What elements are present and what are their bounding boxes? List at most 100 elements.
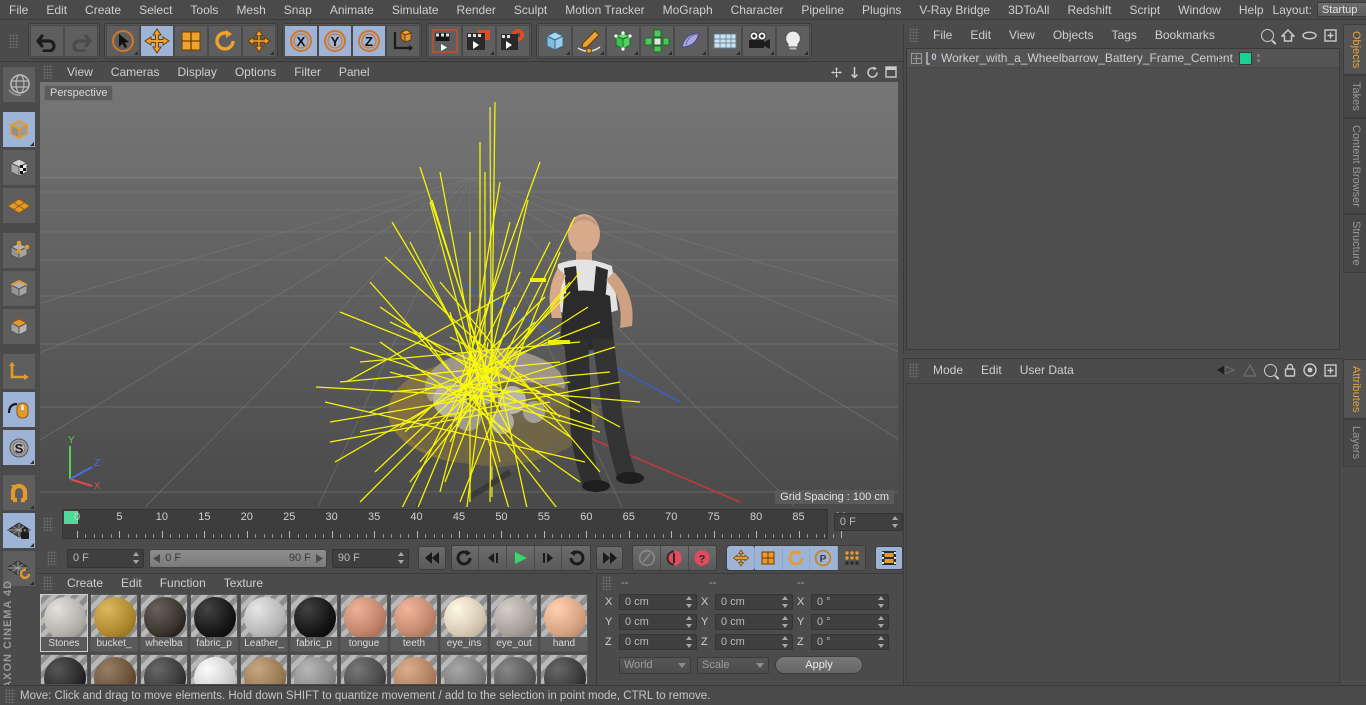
material-menu-function[interactable]: Function <box>151 577 215 589</box>
main-menu-items[interactable]: File Edit Create Select Tools Mesh Snap Animate… <box>0 0 1273 19</box>
move-dup-icon[interactable] <box>242 24 276 57</box>
attribute-content-area[interactable] <box>906 383 1340 683</box>
menu-item-create[interactable]: Create <box>76 4 130 16</box>
spinner-icon[interactable] <box>398 552 405 564</box>
menu-item-v-ray-bridge[interactable]: V-Ray Bridge <box>910 4 999 16</box>
object-tree[interactable]: 0 Worker_with_a_Wheelbarrow_Battery_Fram… <box>906 48 1340 350</box>
go-to-start-icon[interactable] <box>418 546 446 570</box>
coordinate-rotation-y-field[interactable]: 0 ° <box>811 614 889 630</box>
render-view-icon[interactable] <box>428 24 462 57</box>
floor-environment-icon[interactable] <box>708 24 742 57</box>
dock-tab-structure[interactable]: Structure <box>1343 213 1366 273</box>
rotate-view-icon[interactable] <box>866 66 879 79</box>
object-menu-file[interactable]: File <box>924 29 961 41</box>
material-swatch[interactable] <box>90 654 138 684</box>
attribute-menu-mode[interactable]: Mode <box>924 364 972 376</box>
coordinate-rotation-x-field[interactable]: 0 ° <box>811 594 889 610</box>
material-swatch[interactable]: tongue <box>340 594 388 652</box>
menu-item-window[interactable]: Window <box>1169 4 1230 16</box>
object-tag-swatch[interactable] <box>1238 51 1252 65</box>
coordinate-position-x-field[interactable]: 0 cm <box>619 594 697 610</box>
material-swatch[interactable]: teeth <box>390 594 438 652</box>
workplane-lock-icon[interactable] <box>2 512 36 549</box>
material-grid[interactable]: Stones bucket_ wheelba fabric_p Leather_ fabr… <box>40 594 592 684</box>
step-forward-icon[interactable] <box>534 546 563 570</box>
object-menu-edit[interactable]: Edit <box>961 29 1000 41</box>
material-swatch[interactable] <box>490 654 538 684</box>
zoom-view-icon[interactable] <box>849 66 860 79</box>
axis-modify-icon[interactable] <box>2 353 36 390</box>
edges-mode-icon[interactable] <box>2 270 36 307</box>
redo-icon[interactable] <box>64 24 98 57</box>
next-key-icon[interactable] <box>562 546 590 570</box>
points-mode-icon[interactable] <box>2 232 36 269</box>
autokeying-icon[interactable]: ? <box>688 546 717 570</box>
object-menu-view[interactable]: View <box>1000 29 1044 41</box>
viewport-menu-display[interactable]: Display <box>168 66 225 78</box>
attribute-grip[interactable] <box>909 363 919 377</box>
viewport-grip[interactable] <box>43 65 53 79</box>
camera-icon[interactable] <box>742 24 776 57</box>
autokey-disabled-icon[interactable] <box>633 546 662 570</box>
spinner-icon[interactable] <box>878 636 885 648</box>
coordinates-grip[interactable] <box>602 576 612 590</box>
layout-select[interactable]: Startup <box>1316 2 1366 17</box>
spinner-icon[interactable] <box>892 516 899 528</box>
texture-mode-icon[interactable] <box>2 149 36 186</box>
coordinate-position-y-field[interactable]: 0 cm <box>619 614 697 630</box>
coordinate-size-z-field[interactable]: 0 cm <box>715 634 793 650</box>
menu-item-edit[interactable]: Edit <box>37 4 76 16</box>
status-grip[interactable] <box>5 688 15 703</box>
search-icon[interactable] <box>1264 363 1277 377</box>
maximize-view-icon[interactable] <box>885 66 897 78</box>
spinner-icon[interactable] <box>686 636 693 648</box>
render-settings-icon[interactable] <box>496 24 530 57</box>
right-dock-tabs-bottom[interactable]: Attributes Layers <box>1343 359 1366 467</box>
range-right-arrow-icon[interactable] <box>314 553 323 563</box>
material-swatch[interactable]: Stones <box>40 594 88 652</box>
cube-primitive-icon[interactable] <box>538 24 572 57</box>
coordinate-mode-dropdown[interactable]: Scale <box>697 656 769 674</box>
world-axis-icon[interactable] <box>386 24 420 57</box>
menu-item-select[interactable]: Select <box>130 4 181 16</box>
key-rotation-icon[interactable] <box>782 546 811 570</box>
object-menu-items[interactable]: File Edit View Objects Tags Bookmarks <box>924 24 1224 46</box>
material-swatch[interactable] <box>440 654 488 684</box>
apply-button[interactable]: Apply <box>775 656 863 674</box>
pan-view-icon[interactable] <box>830 66 843 79</box>
spinner-icon[interactable] <box>686 596 693 608</box>
object-menu-bookmarks[interactable]: Bookmarks <box>1146 29 1224 41</box>
material-swatch[interactable] <box>240 654 288 684</box>
material-swatch[interactable] <box>40 654 88 684</box>
viewport-menu-cameras[interactable]: Cameras <box>102 66 169 78</box>
expand-icon[interactable] <box>911 52 922 64</box>
material-swatch[interactable]: hand <box>540 594 588 652</box>
material-menu-create[interactable]: Create <box>58 577 112 589</box>
object-grip[interactable] <box>909 28 919 42</box>
x-axis-icon[interactable]: X <box>284 24 318 57</box>
dock-tab-layers[interactable]: Layers <box>1343 419 1366 467</box>
material-menu-texture[interactable]: Texture <box>215 577 272 589</box>
step-back-icon[interactable] <box>479 546 507 570</box>
menu-item-file[interactable]: File <box>0 4 37 16</box>
spinner-icon[interactable] <box>782 636 789 648</box>
workplane-mode-icon[interactable] <box>2 187 36 224</box>
spinner-icon[interactable] <box>878 596 885 608</box>
viewport-menu-options[interactable]: Options <box>226 66 285 78</box>
menu-item-motion-tracker[interactable]: Motion Tracker <box>556 4 653 16</box>
render-picture-viewer-icon[interactable] <box>462 24 496 57</box>
material-grip[interactable] <box>43 576 53 590</box>
range-left-arrow-icon[interactable] <box>153 553 162 563</box>
menu-item-3dtoall[interactable]: 3DToAll <box>999 4 1058 16</box>
spinner-icon[interactable] <box>782 616 789 628</box>
coordinate-position-z-field[interactable]: 0 cm <box>619 634 697 650</box>
menu-item-plugins[interactable]: Plugins <box>853 4 910 16</box>
dock-tab-attributes[interactable]: Attributes <box>1343 359 1366 420</box>
model-mode-icon[interactable] <box>2 111 36 148</box>
key-point-level-icon[interactable] <box>837 546 866 570</box>
viewport-3d-canvas[interactable]: Perspective Grid Spacing : 100 cm Y X Z <box>40 82 898 507</box>
preview-range-slider[interactable]: 0 F 90 F <box>149 548 327 568</box>
viewport-menu-filter[interactable]: Filter <box>285 66 330 78</box>
spinner-icon[interactable] <box>782 596 789 608</box>
material-swatch[interactable] <box>290 654 338 684</box>
